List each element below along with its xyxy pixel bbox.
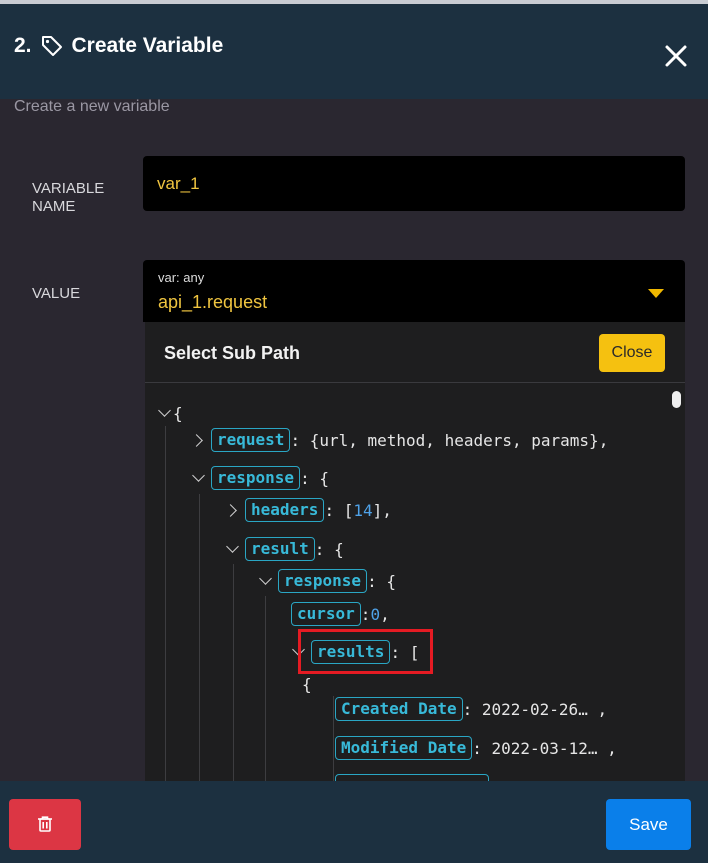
delete-button[interactable] [9,799,81,850]
tree-row-modified-date: Modified Date : 2022-03-12… , [331,735,617,761]
key-inner-response[interactable]: response [278,569,368,593]
dialog-title: 2. Create Variable [14,34,223,58]
value-select[interactable]: var: any api_1.request [143,260,685,322]
value-selected: api_1.request [158,292,268,312]
chevron-right-icon[interactable] [225,497,241,523]
key-response[interactable]: response [211,466,301,490]
headers-count: 14 [353,500,373,520]
tree-row-headers: headers : [14], [225,497,392,523]
chevron-down-icon[interactable] [225,536,241,562]
dialog-header: 2. Create Variable [0,4,708,99]
chevron-down-icon[interactable] [157,400,173,426]
tree-row-result: result : { [225,536,344,562]
key-modified-date[interactable]: Modified Date [335,736,473,760]
created-date-value: : 2022-02-26… , [462,699,608,719]
chevron-down-icon[interactable] [191,465,207,491]
tree-row-root: { [157,400,183,426]
variable-name-input[interactable] [143,156,685,211]
key-request[interactable]: request [211,428,291,452]
trash-icon [38,816,52,832]
key-result[interactable]: result [245,537,315,561]
dialog-title-text: Create Variable [71,34,224,57]
highlight-box [298,629,433,674]
tree-row-cursor: cursor : 0, [287,601,390,627]
guide-line [199,494,200,782]
dialog-subtitle: Create a new variable [14,98,170,115]
chevron-down-icon[interactable] [258,568,274,594]
variable-name-label: VARIABLE NAME [32,180,105,215]
tag-icon [41,36,62,56]
tree-row-inner-response: response : { [258,568,396,594]
modified-date-value: : 2022-03-12… , [472,738,617,758]
key-cursor[interactable]: cursor [291,602,361,626]
request-summary: : {url, method, headers, params}, [290,430,609,450]
guide-line [233,564,234,782]
guide-line [265,596,266,782]
save-button[interactable]: Save [606,799,691,850]
close-icon[interactable] [662,42,690,70]
key-headers[interactable]: headers [245,498,325,522]
dialog-footer: Save [0,781,708,863]
json-tree: { request : {url, method, headers, param… [145,322,685,782]
cursor-value: 0 [370,604,381,624]
value-type: var: any [158,270,205,285]
step-number: 2. [14,34,32,57]
value-label: VALUE [32,285,81,302]
key-created-date[interactable]: Created Date [335,697,463,721]
sub-path-panel: Select Sub Path Close { request : {url, … [145,322,685,782]
tree-row-response: response : { [191,465,329,491]
tree-row-request: request : {url, method, headers, params}… [191,427,608,453]
tree-row-created-date: Created Date : 2022-02-26… , [331,696,607,722]
chevron-right-icon[interactable] [191,427,207,453]
tree-row-item-open: { [302,674,312,694]
caret-down-icon[interactable] [648,289,664,298]
guide-line [165,426,166,782]
